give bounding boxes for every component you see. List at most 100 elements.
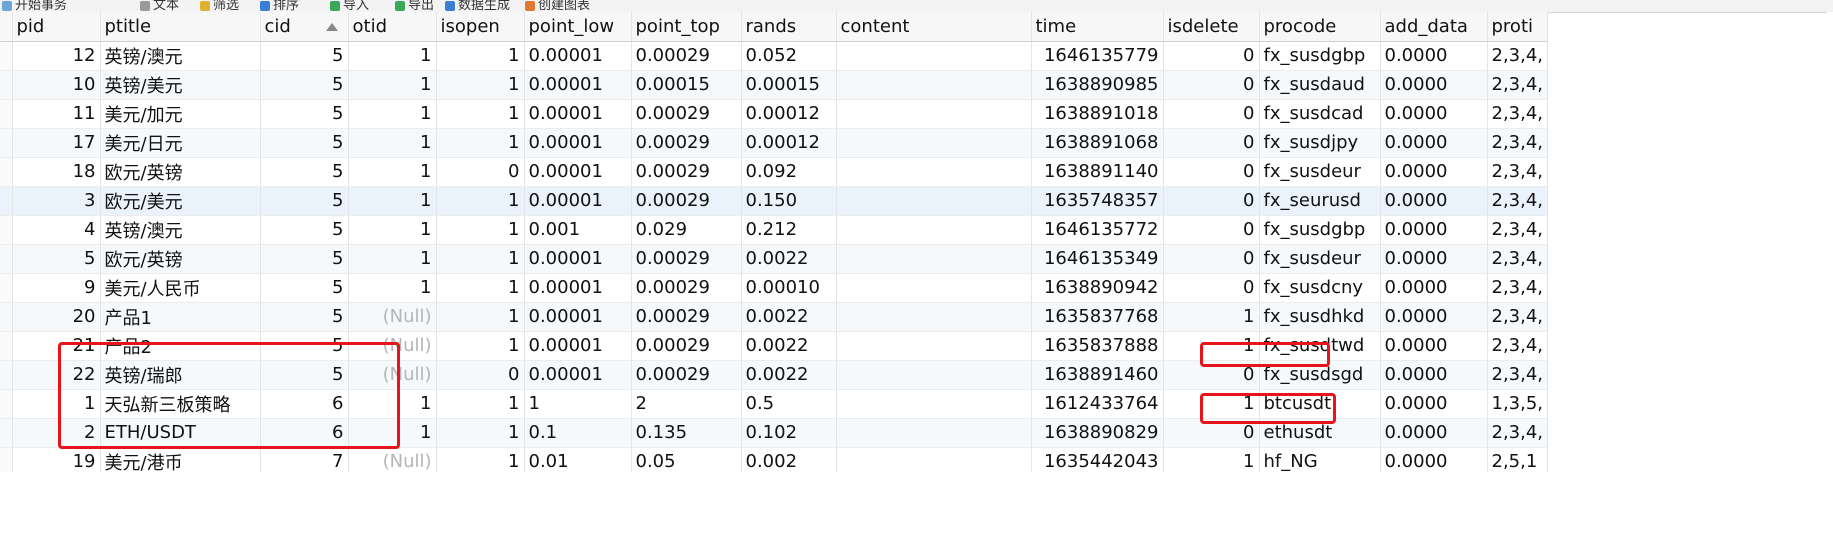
cell-add-data[interactable]: 0.0000 <box>1380 302 1488 332</box>
cell-procode[interactable]: fx_susdhkd <box>1259 302 1381 332</box>
cell-point-top[interactable]: 0.00029 <box>631 302 742 332</box>
cell-procode[interactable]: fx_seurusd <box>1259 186 1381 216</box>
cell-cid[interactable]: 5 <box>260 186 349 216</box>
cell-otid[interactable]: 1 <box>348 273 437 303</box>
cell-procode[interactable]: fx_susdcny <box>1259 273 1381 303</box>
cell-cid[interactable]: 5 <box>260 302 349 332</box>
cell-ptitle[interactable]: 美元/加元 <box>100 99 261 129</box>
column-header-point-top[interactable]: point_top <box>631 12 742 42</box>
cell-proti[interactable]: 2,3,4, <box>1487 331 1549 361</box>
cell-point-low[interactable]: 0.1 <box>524 418 632 448</box>
table-row[interactable]: 3 欧元/美元 5 1 1 0.00001 0.00029 0.150 1635748357 0 f… <box>0 186 1549 216</box>
row-indicator[interactable] <box>0 331 13 361</box>
cell-otid[interactable]: 1 <box>348 418 437 448</box>
cell-point-top[interactable]: 0.00029 <box>631 331 742 361</box>
cell-isdelete[interactable]: 0 <box>1163 186 1260 216</box>
cell-pid[interactable]: 20 <box>12 302 101 332</box>
cell-procode[interactable]: fx_susdsgd <box>1259 360 1381 390</box>
cell-content[interactable] <box>836 70 1032 100</box>
cell-rands[interactable]: 0.0022 <box>741 244 837 274</box>
cell-time[interactable]: 1638890942 <box>1031 273 1164 303</box>
cell-pid[interactable]: 2 <box>12 418 101 448</box>
cell-isdelete[interactable]: 0 <box>1163 215 1260 245</box>
column-header-otid[interactable]: otid <box>348 12 437 42</box>
cell-content[interactable] <box>836 418 1032 448</box>
cell-ptitle[interactable]: 欧元/美元 <box>100 186 261 216</box>
cell-add-data[interactable]: 0.0000 <box>1380 99 1488 129</box>
cell-ptitle[interactable]: 产品2 <box>100 331 261 361</box>
cell-isopen[interactable]: 1 <box>436 128 525 158</box>
cell-time[interactable]: 1635837888 <box>1031 331 1164 361</box>
cell-pid[interactable]: 21 <box>12 331 101 361</box>
cell-ptitle[interactable]: 天弘新三板策略 <box>100 389 261 419</box>
toolbar-item-export[interactable]: 导出 <box>395 0 434 12</box>
cell-procode[interactable]: fx_susdtwd <box>1259 331 1381 361</box>
cell-otid[interactable]: (Null) <box>348 302 437 332</box>
cell-point-top[interactable]: 0.00029 <box>631 186 742 216</box>
cell-isdelete[interactable]: 1 <box>1163 389 1260 419</box>
cell-content[interactable] <box>836 186 1032 216</box>
cell-isdelete[interactable]: 0 <box>1163 360 1260 390</box>
cell-ptitle[interactable]: 美元/人民币 <box>100 273 261 303</box>
cell-isdelete[interactable]: 0 <box>1163 157 1260 187</box>
column-header-isopen[interactable]: isopen <box>436 12 525 42</box>
cell-ptitle[interactable]: 英镑/美元 <box>100 70 261 100</box>
cell-isdelete[interactable]: 0 <box>1163 41 1260 71</box>
cell-add-data[interactable]: 0.0000 <box>1380 418 1488 448</box>
cell-cid[interactable]: 6 <box>260 389 349 419</box>
cell-proti[interactable]: 2,3,4, <box>1487 41 1549 71</box>
cell-isdelete[interactable]: 0 <box>1163 99 1260 129</box>
cell-rands[interactable]: 0.092 <box>741 157 837 187</box>
cell-content[interactable] <box>836 331 1032 361</box>
cell-procode[interactable]: fx_susdcad <box>1259 99 1381 129</box>
table-row[interactable]: 18 欧元/英镑 5 1 0 0.00001 0.00029 0.092 1638891140 0… <box>0 157 1549 187</box>
column-header-pid[interactable]: pid <box>12 12 101 42</box>
cell-rands[interactable]: 0.00012 <box>741 99 837 129</box>
row-indicator[interactable] <box>0 389 13 419</box>
cell-ptitle[interactable]: 欧元/英镑 <box>100 157 261 187</box>
cell-isopen[interactable]: 0 <box>436 360 525 390</box>
cell-point-top[interactable]: 0.00029 <box>631 244 742 274</box>
cell-isdelete[interactable]: 0 <box>1163 273 1260 303</box>
cell-content[interactable] <box>836 360 1032 390</box>
cell-ptitle[interactable]: 美元/日元 <box>100 128 261 158</box>
cell-rands[interactable]: 0.0022 <box>741 331 837 361</box>
cell-proti[interactable]: 2,3,4, <box>1487 70 1549 100</box>
table-row[interactable]: 20 产品1 5 (Null) 1 0.00001 0.00029 0.0022 1635837… <box>0 302 1549 332</box>
cell-rands[interactable]: 0.0022 <box>741 360 837 390</box>
table-row[interactable]: 9 美元/人民币 5 1 1 0.00001 0.00029 0.00010 163889094… <box>0 273 1549 303</box>
row-indicator[interactable] <box>0 360 13 390</box>
cell-isopen[interactable]: 0 <box>436 157 525 187</box>
cell-cid[interactable]: 5 <box>260 99 349 129</box>
cell-time[interactable]: 1646135349 <box>1031 244 1164 274</box>
cell-rands[interactable]: 0.00010 <box>741 273 837 303</box>
table-row[interactable]: 10 英镑/美元 5 1 1 0.00001 0.00015 0.00015 163889098… <box>0 70 1549 100</box>
cell-add-data[interactable]: 0.0000 <box>1380 157 1488 187</box>
cell-content[interactable] <box>836 157 1032 187</box>
cell-otid[interactable]: 1 <box>348 215 437 245</box>
cell-otid[interactable]: 1 <box>348 389 437 419</box>
cell-add-data[interactable]: 0.0000 <box>1380 215 1488 245</box>
column-header-procode[interactable]: procode <box>1259 12 1381 42</box>
table-row[interactable]: 22 英镑/瑞郎 5 (Null) 0 0.00001 0.00029 0.0022 16388… <box>0 360 1549 390</box>
cell-time[interactable]: 1638890829 <box>1031 418 1164 448</box>
column-header-proti[interactable]: proti <box>1487 12 1549 42</box>
cell-pid[interactable]: 5 <box>12 244 101 274</box>
cell-isdelete[interactable]: 0 <box>1163 70 1260 100</box>
cell-proti[interactable]: 2,3,4, <box>1487 244 1549 274</box>
table-row[interactable]: 4 英镑/澳元 5 1 1 0.001 0.029 0.212 1646135772 0 fx_su… <box>0 215 1549 245</box>
cell-proti[interactable]: 2,3,4, <box>1487 273 1549 303</box>
cell-isopen[interactable]: 1 <box>436 244 525 274</box>
row-indicator[interactable] <box>0 215 13 245</box>
row-indicator[interactable] <box>0 99 13 129</box>
cell-otid[interactable]: 1 <box>348 41 437 71</box>
cell-otid[interactable]: 1 <box>348 128 437 158</box>
cell-content[interactable] <box>836 128 1032 158</box>
table-row[interactable]: 21 产品2 5 (Null) 1 0.00001 0.00029 0.0022 1635837… <box>0 331 1549 361</box>
cell-content[interactable] <box>836 99 1032 129</box>
cell-pid[interactable]: 22 <box>12 360 101 390</box>
cell-otid[interactable]: 1 <box>348 99 437 129</box>
toolbar-item-text[interactable]: 文本 <box>140 0 179 12</box>
cell-isopen[interactable]: 1 <box>436 418 525 448</box>
cell-cid[interactable]: 5 <box>260 273 349 303</box>
